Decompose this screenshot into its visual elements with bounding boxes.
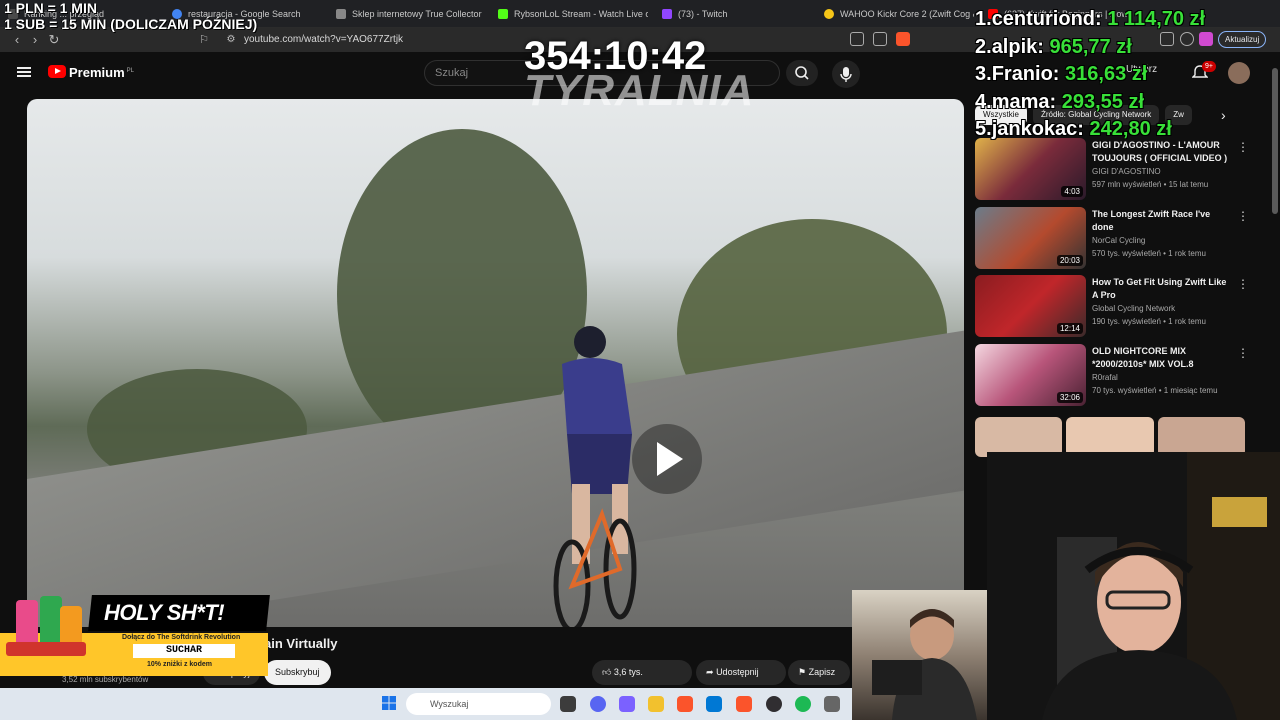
menu-icon[interactable] (17, 67, 31, 77)
browser-tab[interactable]: (73) - Twitch (662, 4, 812, 24)
more-options-icon[interactable]: ⋮ (1237, 277, 1249, 291)
video-thumbnail[interactable]: 12:14 (975, 275, 1086, 337)
search-icon (795, 66, 809, 80)
back-icon[interactable]: ‹ (8, 31, 26, 49)
leaderboard-row: 5.jankokac: 242,80 zł (975, 118, 1172, 140)
video-thumbnail[interactable]: 20:03 (975, 206, 1086, 269)
video-thumbnail[interactable]: 32:06 (975, 343, 1086, 406)
update-button[interactable]: Aktualizuj (1218, 31, 1267, 48)
recommendation-item[interactable]: 20:03 The Longest Zwift Race I've done N… (975, 205, 1249, 274)
screen: Ranking ... przegląd restauracja - Googl… (0, 0, 1280, 720)
shorts-shelf (975, 417, 1245, 457)
twitch-icon (662, 9, 672, 19)
leaderboard-row: 2.alpik: 965,77 zł (975, 35, 1132, 58)
taskbar-search-input[interactable]: Wyszukaj (406, 693, 551, 715)
reload-icon[interactable]: ↻ (45, 31, 63, 49)
search-button[interactable] (786, 60, 818, 86)
brave-icon[interactable] (736, 696, 752, 712)
like-count: 3,6 tys. (613, 667, 643, 677)
chevron-right-icon[interactable]: › (1221, 107, 1226, 123)
play-button[interactable] (632, 424, 702, 494)
microphone-icon (840, 67, 852, 82)
video-thumbnail[interactable]: 4:03 (975, 138, 1086, 200)
cast-icon[interactable] (850, 32, 864, 46)
leaderboard-row: 4.mama: 293,55 zł (975, 90, 1145, 113)
more-options-icon[interactable]: ⋮ (1237, 209, 1249, 223)
youtube-logo-icon[interactable] (48, 65, 66, 78)
browser-tab[interactable]: WAHOO Kickr Core 2 (Zwift Cog & (824, 4, 974, 24)
sponsor-tagline: Dołącz do The Softdrink Revolution (122, 634, 241, 641)
webcam-streamer (987, 452, 1280, 720)
brave-shield-icon[interactable] (896, 32, 910, 46)
voice-search-button[interactable] (832, 60, 860, 88)
video-title: ain Virtually (264, 636, 338, 651)
bookmark-icon[interactable]: ⚐ (195, 31, 213, 49)
kick-icon (498, 9, 508, 19)
bookmark-icon: ⚑ (798, 667, 807, 677)
share-arrow-icon: ➦ (706, 667, 714, 677)
drink-cans-image (6, 596, 86, 656)
recommendation-item[interactable]: 12:14 How To Get Fit Using Zwift Like A … (975, 273, 1249, 342)
spotify-icon[interactable] (795, 696, 811, 712)
thumbs-up-icon: 👍︎ (602, 667, 612, 677)
obs-icon[interactable] (766, 696, 782, 712)
forward-icon[interactable]: › (26, 31, 44, 49)
recommendation-item[interactable]: 4:03 GIGI D'AGOSTINO - L'AMOUR TOUJOURS … (975, 136, 1249, 205)
webcam-person-figure (872, 609, 977, 720)
webcam-guest (852, 590, 987, 720)
browser-tab[interactable]: RybsonLoL Stream - Watch Live on K (498, 4, 648, 24)
brave-icon[interactable] (677, 696, 693, 712)
taskbar: Wyszukaj (0, 688, 852, 720)
more-options-icon[interactable]: ⋮ (1237, 346, 1249, 360)
like-button[interactable]: 👍︎ 3,6 tys. (592, 660, 692, 685)
avatar[interactable] (1228, 62, 1250, 84)
donation-leaderboard: 1.centuriond: 1 114,70 zł 2.alpik: 965,7… (975, 6, 1205, 144)
leaderboard-row: 3.Franio: 316,63 zł (975, 63, 1148, 85)
recommendation-list: 4:03 GIGI D'AGOSTINO - L'AMOUR TOUJOURS … (975, 136, 1249, 411)
store-icon[interactable] (706, 696, 722, 712)
subscribe-button[interactable]: Subskrybuj (264, 660, 331, 685)
youtube-logo-text: Premium PL (69, 65, 134, 80)
tab-favicon-icon (824, 9, 834, 19)
task-view-icon[interactable] (560, 696, 576, 712)
app-icon[interactable] (824, 696, 840, 712)
copilot-icon[interactable] (619, 696, 635, 712)
short-thumbnail[interactable] (975, 417, 1063, 457)
save-button[interactable]: ⚑ Zapisz (788, 660, 850, 685)
scrollbar[interactable] (1272, 68, 1278, 214)
webcam-person-figure (1042, 452, 1280, 720)
sponsor-code: SUCHAR (133, 644, 235, 658)
browser-tab[interactable]: Sklep internetowy True Collector (336, 4, 486, 24)
tab-favicon-icon (336, 9, 346, 19)
more-options-icon[interactable]: ⋮ (1237, 140, 1249, 154)
file-explorer-icon[interactable] (648, 696, 664, 712)
sponsor-discount: 10% zniżki z kodem (147, 661, 212, 668)
windows-start-icon[interactable] (382, 696, 396, 710)
url-field[interactable]: youtube.com/watch?v=YAO677Zrtjk (244, 34, 403, 45)
site-settings-icon[interactable]: ⚙ (222, 31, 240, 49)
donation-rules: 1 PLN = 1 MIN 1 SUB = 15 MIN (DOLICZAM P… (4, 0, 258, 32)
video-player[interactable] (27, 99, 964, 627)
leaderboard-row: 1.centuriond: 1 114,70 zł (975, 8, 1206, 30)
short-thumbnail[interactable] (1157, 417, 1245, 457)
short-thumbnail[interactable] (1066, 417, 1154, 457)
share-button[interactable]: ➦ Udostępnij (696, 660, 786, 685)
discord-icon[interactable] (590, 696, 606, 712)
recommendation-item[interactable]: 32:06 OLD NIGHTCORE MIX *2000/2010s* MIX… (975, 342, 1249, 411)
share-icon[interactable] (873, 32, 887, 46)
sponsor-headline: HOLY SH*T! (88, 595, 270, 631)
stream-brand: TYRALNIA (524, 66, 755, 115)
